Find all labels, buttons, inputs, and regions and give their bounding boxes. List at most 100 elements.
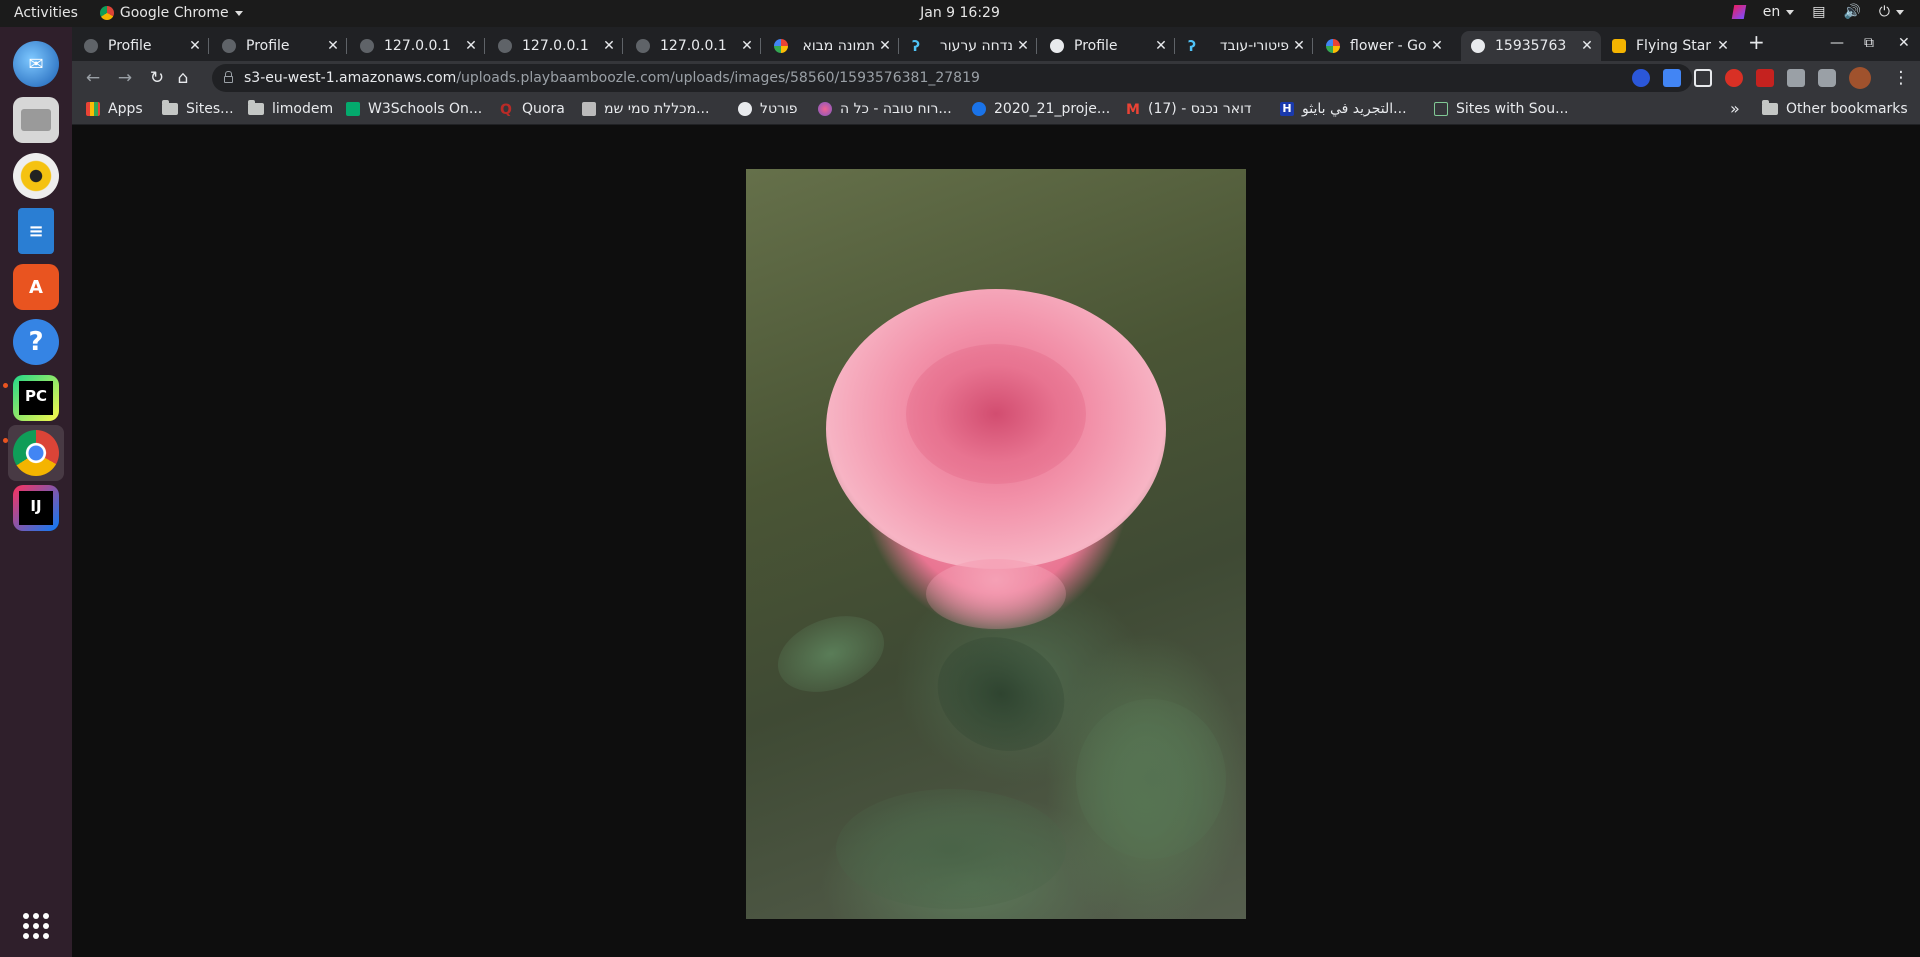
tab-title: Profile [246, 38, 290, 54]
globe-icon [222, 39, 236, 53]
tab-separator [760, 38, 761, 54]
gmail-icon: M [1126, 102, 1140, 118]
bookmark-apps[interactable]: Apps [86, 101, 143, 117]
tab-localhost-2[interactable]: 127.0.0.1 ✕ [488, 31, 623, 61]
other-bookmarks[interactable]: Other bookmarks [1762, 100, 1908, 117]
tab-layoff[interactable]: ʔ פיטורי-עובד ✕ [1178, 31, 1313, 61]
close-icon[interactable]: ✕ [461, 38, 481, 54]
avatar[interactable] [1849, 67, 1871, 89]
address-host: s3-eu-west-1.amazonaws.com [244, 70, 457, 86]
close-icon[interactable]: ✕ [1013, 38, 1033, 54]
bookmark-projects[interactable]: 2020_21_proje... [972, 101, 1110, 117]
bookmark-python[interactable]: H التجريد في بايثو... [1280, 101, 1407, 117]
show-applications-button[interactable] [8, 898, 64, 954]
power-icon[interactable]: ⏻ [1879, 4, 1904, 20]
thunderbird-icon: ✉ [13, 41, 59, 87]
bookmark-limodem[interactable]: limodem [248, 100, 333, 117]
tab-flying-star[interactable]: Flying Star ✕ [1602, 31, 1737, 61]
bookmarks-overflow-button[interactable]: » [1730, 99, 1740, 118]
folder-icon [248, 100, 264, 115]
close-icon[interactable]: ✕ [1289, 38, 1309, 54]
tab-title: 15935763 [1495, 38, 1567, 54]
dock-chrome[interactable] [8, 425, 64, 481]
writer-icon: ≡ [18, 208, 54, 254]
dock-writer[interactable]: ≡ [8, 203, 64, 259]
tab-separator [346, 38, 347, 54]
close-icon[interactable]: ✕ [875, 38, 895, 54]
address-path: /uploads.playbaamboozle.com/uploads/imag… [456, 70, 980, 86]
menu-button[interactable]: ⋮ [1890, 67, 1912, 89]
tab-title: תמונה מבוא [802, 38, 875, 54]
close-icon[interactable]: ✕ [599, 38, 619, 54]
language-indicator[interactable]: en [1763, 4, 1795, 20]
tab-google-hebrew[interactable]: תמונה מבוא ✕ [764, 31, 899, 61]
camera-icon[interactable] [1787, 69, 1805, 87]
star-icon [1612, 39, 1626, 53]
close-icon[interactable]: ✕ [1713, 38, 1733, 54]
puzzle-icon[interactable] [1818, 69, 1836, 87]
tab-localhost-1[interactable]: 127.0.0.1 ✕ [350, 31, 485, 61]
tab-flower-search[interactable]: flower - Go ✕ [1316, 31, 1451, 61]
bookmark-sites[interactable]: Sites... [162, 100, 234, 117]
close-icon[interactable]: ✕ [1427, 38, 1447, 54]
dock-intellij[interactable]: IJ [8, 480, 64, 536]
clock[interactable]: Jan 9 16:29 [0, 5, 1920, 21]
h-icon: H [1280, 102, 1294, 116]
tab-title: נדחה ערעור [939, 38, 1013, 54]
tab-localhost-3[interactable]: 127.0.0.1 ✕ [626, 31, 761, 61]
translate-icon[interactable] [1663, 69, 1681, 87]
home-button[interactable]: ⌂ [172, 67, 194, 89]
rose-petal-shape [926, 559, 1066, 629]
leaf-shape [918, 616, 1084, 772]
close-icon[interactable]: ✕ [185, 38, 205, 54]
dock-help[interactable]: ? [8, 314, 64, 370]
reload-button[interactable]: ↻ [146, 67, 168, 89]
bookmark-ruach-tova[interactable]: רוח טובה - כל ה... [818, 101, 952, 117]
tab-profile-3[interactable]: Profile ✕ [1040, 31, 1175, 61]
dock-rhythmbox[interactable] [8, 148, 64, 204]
tab-profile-1[interactable]: Profile ✕ [74, 31, 209, 61]
close-icon[interactable]: ✕ [1151, 38, 1171, 54]
bookmark-portal[interactable]: פורטל [738, 101, 798, 117]
maximize-button[interactable]: ⧉ [1864, 35, 1874, 51]
close-icon[interactable]: ✕ [737, 38, 757, 54]
tab-appeal[interactable]: ʔ נדחה ערעור ✕ [902, 31, 1037, 61]
new-tab-button[interactable]: + [1748, 30, 1765, 54]
tab-manager-icon[interactable] [1694, 69, 1712, 87]
extension-icon[interactable] [1632, 69, 1650, 87]
bookmarks-bar: Apps Sites... limodem W3Schools On... QQ… [72, 95, 1920, 125]
dock-thunderbird[interactable]: ✉ [8, 36, 64, 92]
lock-icon[interactable] [224, 71, 233, 83]
intellij-icon: IJ [13, 485, 59, 531]
close-icon[interactable]: ✕ [323, 38, 343, 54]
forward-button[interactable]: → [114, 67, 136, 89]
block-icon[interactable] [1725, 69, 1743, 87]
check-icon [972, 102, 986, 116]
bookmark-college[interactable]: מכללת סמי שמ... [582, 101, 709, 117]
notebook-icon[interactable] [1756, 69, 1774, 87]
leaf-shape [836, 789, 1066, 909]
volume-icon[interactable]: 🔊 [1843, 4, 1860, 20]
dock-files[interactable] [8, 92, 64, 148]
bookmark-quora[interactable]: Q Quora [500, 101, 565, 118]
tab-image-active[interactable]: 15935763 ✕ [1461, 31, 1601, 61]
close-window-button[interactable]: ✕ [1898, 35, 1910, 51]
tab-profile-2[interactable]: Profile ✕ [212, 31, 347, 61]
bookmark-label: פורטל [760, 101, 798, 117]
bookmark-label: W3Schools On... [368, 101, 483, 117]
address-bar[interactable]: s3-eu-west-1.amazonaws.com/uploads.playb… [212, 64, 1692, 92]
tab-separator [208, 38, 209, 54]
bookmark-sites-with-sou[interactable]: Sites with Sou... [1434, 101, 1568, 117]
dock-pycharm[interactable]: PC [8, 370, 64, 426]
indicator-icon[interactable] [1731, 5, 1746, 19]
bookmark-w3schools[interactable]: W3Schools On... [346, 101, 482, 117]
leaf-shape [767, 602, 895, 706]
bookmark-gmail[interactable]: M דואר נכנס - (17) [1126, 101, 1252, 118]
minimize-button[interactable]: — [1830, 35, 1844, 51]
rose-image[interactable] [746, 169, 1246, 919]
apps-grid-icon [86, 102, 100, 116]
dock-software[interactable]: A [8, 259, 64, 315]
network-icon[interactable]: ▤ [1812, 4, 1825, 20]
close-icon[interactable]: ✕ [1577, 38, 1597, 54]
back-button[interactable]: ← [82, 67, 104, 89]
